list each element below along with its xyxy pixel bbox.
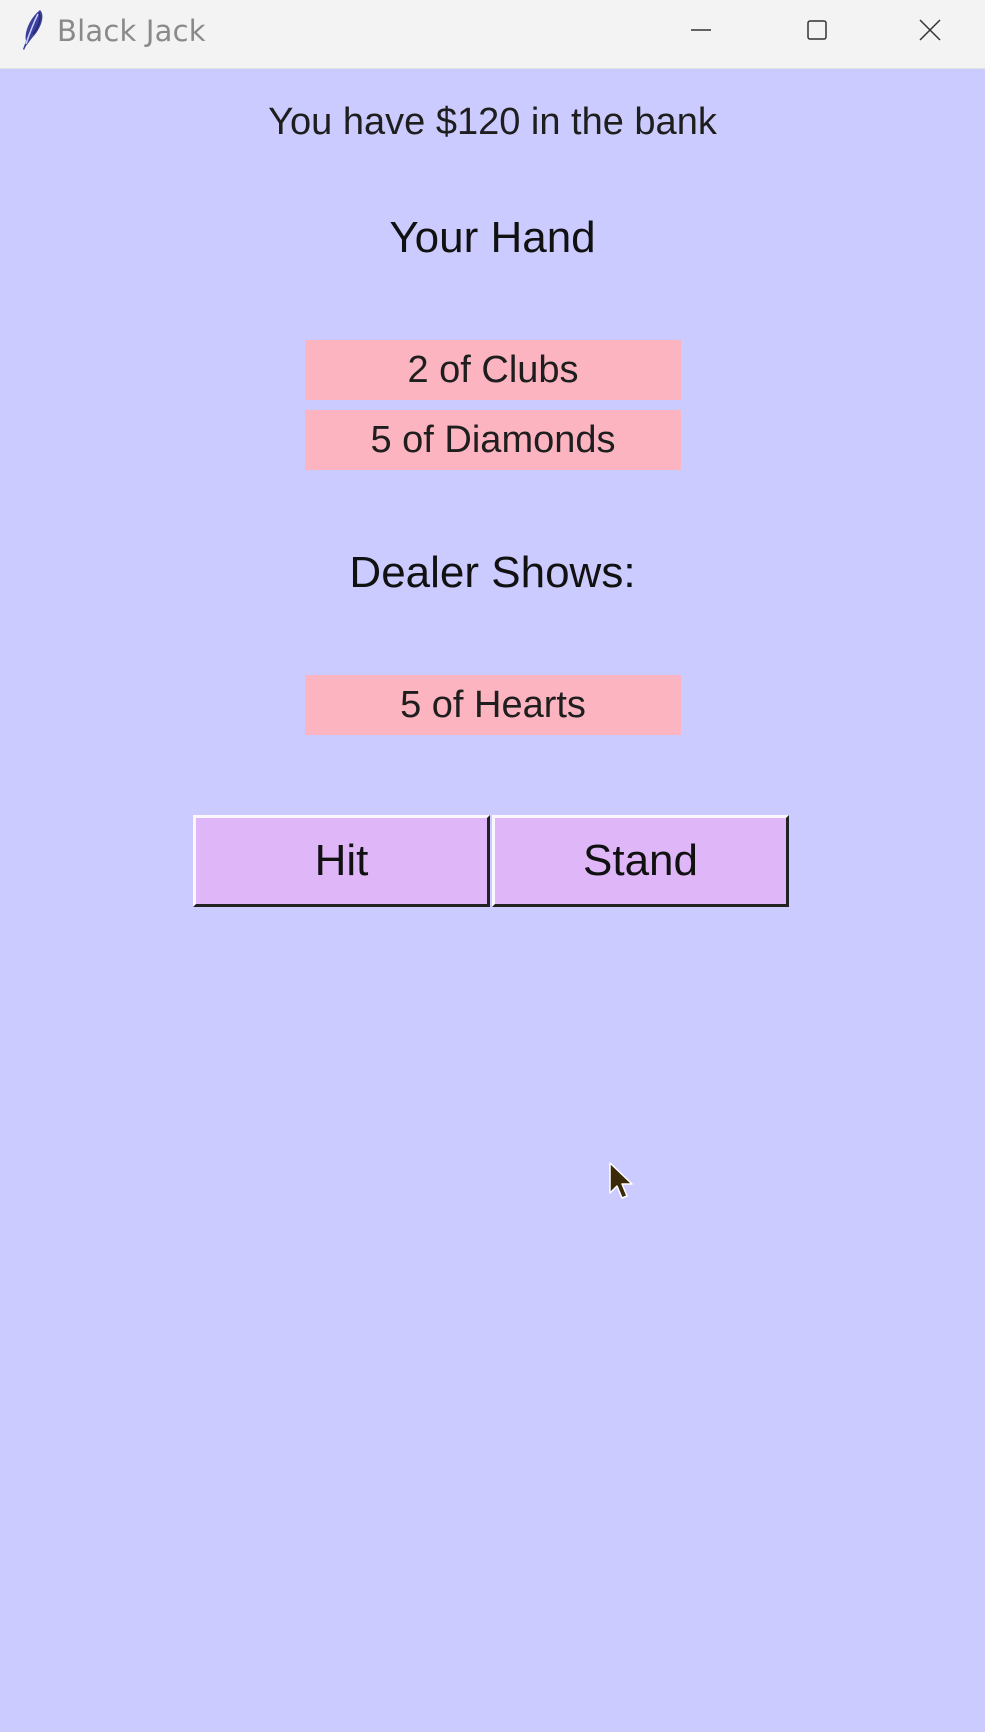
your-hand-heading: Your Hand bbox=[389, 213, 596, 262]
minimize-button[interactable] bbox=[643, 0, 759, 60]
close-button[interactable] bbox=[875, 0, 985, 60]
bank-balance-label: You have $120 in the bank bbox=[268, 101, 717, 143]
game-area: You have $120 in the bank Your Hand 2 of… bbox=[0, 69, 985, 1732]
title-bar: Black Jack bbox=[0, 0, 985, 69]
hit-button[interactable]: Hit bbox=[193, 815, 490, 907]
window-title: Black Jack bbox=[57, 14, 206, 48]
player-card: 2 of Clubs bbox=[305, 340, 681, 400]
player-card: 5 of Diamonds bbox=[305, 410, 681, 470]
feather-icon bbox=[23, 10, 43, 50]
minimize-icon bbox=[691, 29, 711, 31]
dealer-card: 5 of Hearts bbox=[305, 675, 681, 735]
stand-button[interactable]: Stand bbox=[492, 815, 789, 907]
maximize-icon bbox=[807, 20, 827, 40]
maximize-button[interactable] bbox=[759, 0, 875, 60]
close-icon bbox=[919, 19, 941, 41]
dealer-shows-heading: Dealer Shows: bbox=[349, 548, 636, 597]
mouse-pointer-icon bbox=[609, 1162, 633, 1199]
